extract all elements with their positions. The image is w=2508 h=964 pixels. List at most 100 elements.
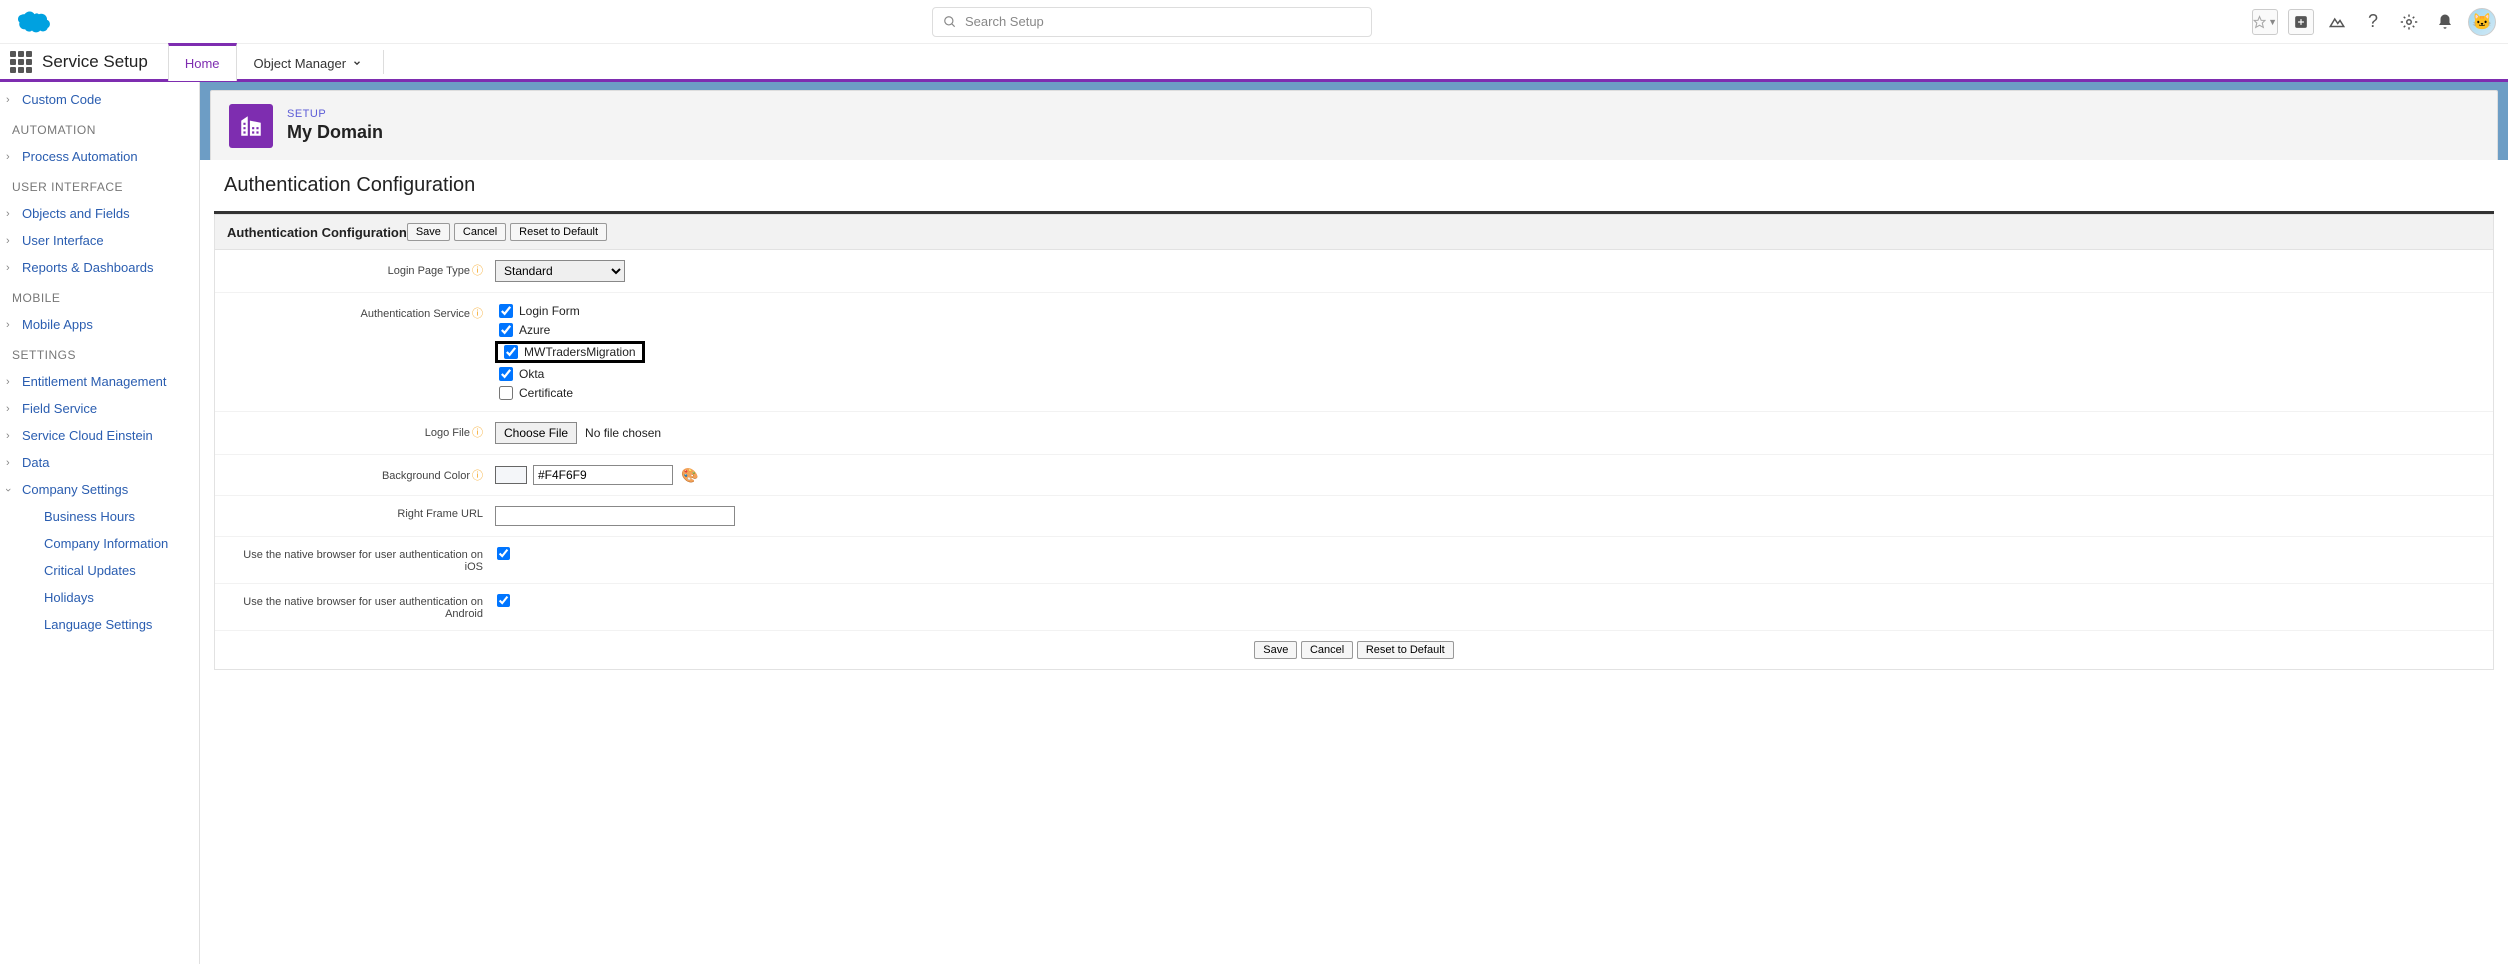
row-auth-service: Authentication Serviceⓘ Login Form Azure…: [215, 293, 2493, 412]
salesforce-logo: [12, 8, 52, 36]
help-icon[interactable]: ⓘ: [472, 427, 483, 439]
cancel-button[interactable]: Cancel: [454, 223, 506, 241]
notifications-button[interactable]: [2432, 9, 2458, 35]
content-area: SETUP My Domain Authentication Configura…: [200, 82, 2508, 964]
trailblazer-icon: [2328, 13, 2346, 31]
help-icon[interactable]: ⓘ: [472, 265, 483, 277]
field-auth-service: Login Form Azure MWTradersMigration Okta…: [495, 303, 2483, 401]
chevron-right-icon: ›: [6, 376, 10, 388]
label: Objects and Fields: [22, 206, 130, 221]
checkbox-android-native[interactable]: [497, 594, 510, 607]
row-right-frame-url: Right Frame URL: [215, 496, 2493, 537]
sidebar-item-data[interactable]: ›Data: [0, 449, 199, 476]
chevron-right-icon: ›: [6, 430, 10, 442]
nav-separator: [383, 50, 384, 74]
auth-okta[interactable]: Okta: [495, 366, 645, 382]
reset-button[interactable]: Reset to Default: [510, 223, 607, 241]
reset-button-bottom[interactable]: Reset to Default: [1357, 641, 1454, 659]
checkbox-azure[interactable]: [499, 323, 513, 337]
tab-object-manager[interactable]: Object Manager: [237, 43, 380, 81]
save-button[interactable]: Save: [407, 223, 450, 241]
color-picker-icon[interactable]: 🎨: [681, 467, 698, 484]
favorite-dropdown[interactable]: ▼: [2252, 9, 2278, 35]
sidebar-item-process-automation[interactable]: › Process Automation: [0, 143, 199, 170]
label: Process Automation: [22, 149, 138, 164]
row-ios-native: Use the native browser for user authenti…: [215, 537, 2493, 584]
sidebar-item-objects-fields[interactable]: ›Objects and Fields: [0, 200, 199, 227]
sidebar-item-service-cloud-einstein[interactable]: › Service Cloud Einstein: [0, 422, 199, 449]
row-android-native: Use the native browser for user authenti…: [215, 584, 2493, 631]
app-launcher-icon[interactable]: [10, 51, 32, 73]
sidebar-heading-automation: AUTOMATION: [0, 113, 199, 143]
page-icon: [229, 104, 273, 148]
chevron-right-icon: ›: [6, 151, 10, 163]
add-button[interactable]: [2288, 9, 2314, 35]
label: Service Cloud Einstein: [22, 428, 153, 443]
sidebar-item-company-information[interactable]: Company Information: [0, 530, 199, 557]
sidebar-item-holidays[interactable]: Holidays: [0, 584, 199, 611]
sidebar-item-field-service[interactable]: ›Field Service: [0, 395, 199, 422]
plus-icon: [2294, 15, 2308, 29]
auth-azure[interactable]: Azure: [495, 322, 645, 338]
checkbox-ios-native[interactable]: [497, 547, 510, 560]
tab-home[interactable]: Home: [168, 43, 237, 81]
sidebar-item-mobile-apps[interactable]: ›Mobile Apps: [0, 311, 199, 338]
login-page-type-select[interactable]: Standard: [495, 260, 625, 282]
form-footer-actions: Save Cancel Reset to Default: [215, 631, 2493, 669]
help-icon[interactable]: ⓘ: [472, 470, 483, 482]
sidebar-item-company-settings[interactable]: ›Company Settings: [0, 476, 199, 503]
label: Business Hours: [44, 509, 135, 524]
cancel-button-bottom[interactable]: Cancel: [1301, 641, 1353, 659]
sidebar-item-critical-updates[interactable]: Critical Updates: [0, 557, 199, 584]
sidebar-item-reports-dashboards[interactable]: ›Reports & Dashboards: [0, 254, 199, 281]
form-header-title: Authentication Configuration: [227, 225, 407, 240]
label-auth-service: Authentication Serviceⓘ: [225, 303, 495, 321]
label: Login Form: [519, 304, 580, 318]
checkbox-certificate[interactable]: [499, 386, 513, 400]
gear-icon: [2400, 13, 2418, 31]
label: Custom Code: [22, 92, 101, 107]
sidebar-item-custom-code[interactable]: ›Custom Code: [0, 86, 199, 113]
right-frame-url-input[interactable]: [495, 506, 735, 526]
help-button[interactable]: ?: [2360, 9, 2386, 35]
label-bg-color: Background Colorⓘ: [225, 465, 495, 483]
sidebar-heading-settings: SETTINGS: [0, 338, 199, 368]
bell-icon: [2436, 13, 2454, 31]
field-bg-color: 🎨: [495, 465, 2483, 485]
auth-login-form[interactable]: Login Form: [495, 303, 645, 319]
help-icon[interactable]: ⓘ: [472, 308, 483, 320]
chevron-right-icon: ›: [6, 235, 10, 247]
label-text: Authentication Service: [361, 308, 470, 320]
save-button-bottom[interactable]: Save: [1254, 641, 1297, 659]
sidebar-item-business-hours[interactable]: Business Hours: [0, 503, 199, 530]
checkbox-okta[interactable]: [499, 367, 513, 381]
page-title-block: SETUP My Domain: [287, 108, 383, 143]
user-avatar[interactable]: 🐱: [2468, 8, 2496, 36]
settings-button[interactable]: [2396, 9, 2422, 35]
label-logo-file: Logo Fileⓘ: [225, 422, 495, 440]
label-text: Background Color: [382, 470, 470, 482]
label: Certificate: [519, 386, 573, 400]
sidebar-item-entitlement[interactable]: ›Entitlement Management: [0, 368, 199, 395]
search-input[interactable]: Search Setup: [932, 7, 1372, 37]
label-text: Logo File: [425, 427, 470, 439]
checkbox-login-form[interactable]: [499, 304, 513, 318]
label-login-page-type: Login Page Typeⓘ: [225, 260, 495, 278]
label: MWTradersMigration: [524, 345, 636, 359]
label: Critical Updates: [44, 563, 136, 578]
row-bg-color: Background Colorⓘ 🎨: [215, 455, 2493, 496]
building-icon: [238, 113, 264, 139]
label: User Interface: [22, 233, 104, 248]
auth-mwtraders-highlighted[interactable]: MWTradersMigration: [495, 341, 645, 363]
star-icon: [2253, 15, 2266, 29]
trailblazer-button[interactable]: [2324, 9, 2350, 35]
sidebar-item-user-interface[interactable]: › User Interface: [0, 227, 199, 254]
sidebar-item-language-settings[interactable]: Language Settings: [0, 611, 199, 638]
page-title: My Domain: [287, 122, 383, 143]
auth-certificate[interactable]: Certificate: [495, 385, 645, 401]
bg-color-input[interactable]: [533, 465, 673, 485]
choose-file-button[interactable]: Choose File: [495, 422, 577, 444]
label-right-frame-url: Right Frame URL: [225, 506, 495, 520]
label-android-native: Use the native browser for user authenti…: [225, 594, 495, 620]
checkbox-mwtraders[interactable]: [504, 345, 518, 359]
